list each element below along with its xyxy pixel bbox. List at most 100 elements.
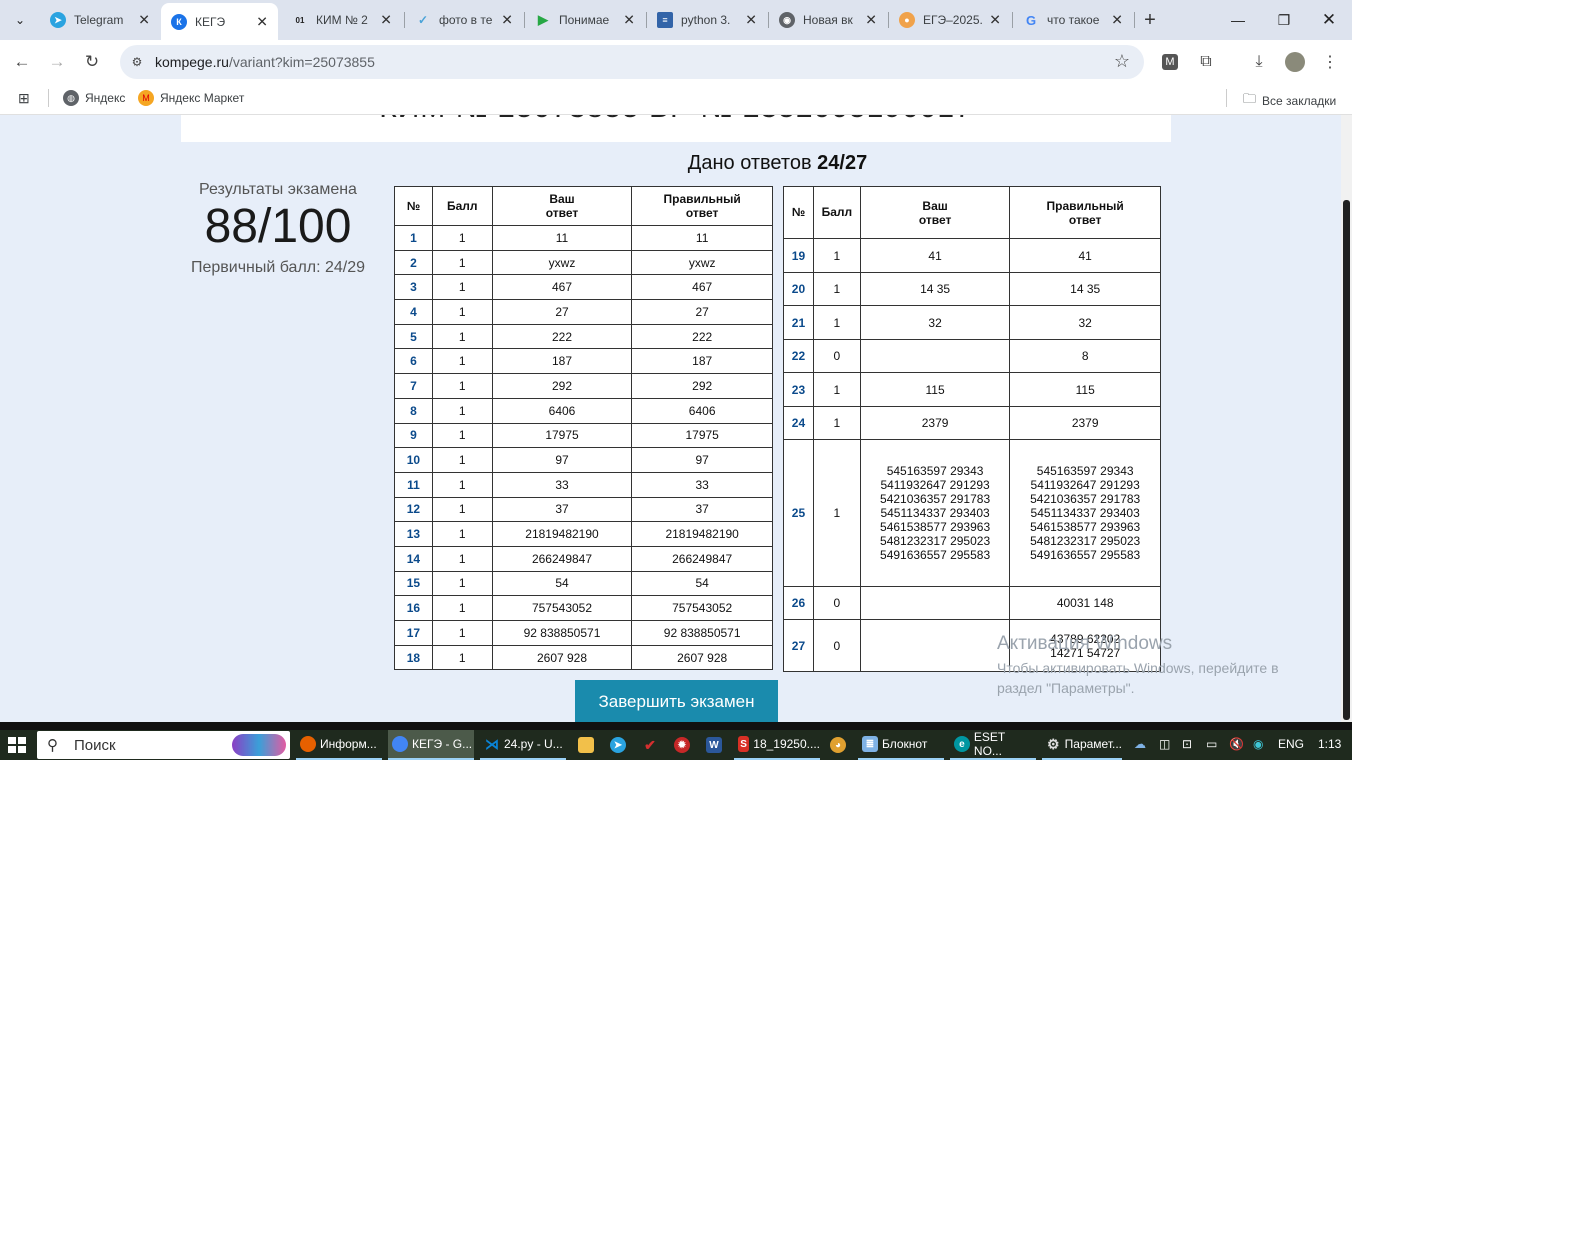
forward-button[interactable]: →	[45, 50, 69, 74]
site-info-icon[interactable]: ⚙	[128, 53, 146, 71]
question-number-text: 20	[791, 282, 806, 296]
answered-count: Дано ответов 24/27	[394, 152, 1161, 175]
tab-python[interactable]: ≡ python 3. ✕	[647, 5, 767, 35]
score-cell: 1	[431, 521, 493, 547]
close-icon[interactable]: ✕	[1111, 12, 1123, 29]
new-tab-button[interactable]: +	[1138, 8, 1162, 32]
answers-table-left: № Балл Ваш ответ Правильный ответ 1 1 11 11…	[394, 186, 773, 671]
meet-now-icon[interactable]: ◫	[1159, 737, 1170, 751]
table-row: 21 1 32 32	[783, 305, 1161, 340]
question-number: 20	[783, 272, 814, 306]
your-answer-cell-text: 33	[555, 477, 569, 492]
correct-answer-cell: 222	[631, 323, 773, 350]
tab-telegram[interactable]: ➤ Telegram ✕	[40, 5, 160, 35]
apps-button[interactable]: ⊞	[18, 90, 30, 107]
taskbar-word[interactable]: W	[702, 730, 728, 760]
back-button[interactable]: ←	[10, 50, 34, 74]
answers-body-left: 1 1 11 11 2 1 yxwz yxwz 3 1 467 467 4 1 27 27 5 1 222 222 6 1…	[394, 225, 773, 671]
taskbar-app-spreadsheet[interactable]: S 18_19250....	[734, 730, 820, 760]
avatar-button[interactable]	[1283, 50, 1307, 74]
taskbar-app-settings[interactable]: ⚙ Парамет...	[1042, 730, 1122, 760]
tab-kege[interactable]: К КЕГЭ ✕	[161, 3, 278, 40]
profile-extension-button[interactable]: M	[1158, 50, 1182, 74]
taskbar-checkmark-app[interactable]: ✔	[638, 730, 664, 760]
clock[interactable]: 1:13	[1318, 737, 1341, 751]
table-row: 7 1 292 292	[394, 373, 773, 399]
header-number: №	[783, 186, 814, 239]
close-window-button[interactable]: ✕	[1317, 8, 1341, 32]
tab-ege2025[interactable]: ● ЕГЭ–2025. ✕	[889, 5, 1011, 35]
header-correct-answer: Правильный ответ	[1009, 186, 1161, 239]
bookmark-yandex[interactable]: ◍ Яндекс	[63, 90, 125, 106]
bookmark-star-icon[interactable]: ☆	[1114, 51, 1130, 72]
red-circle-icon: ✹	[674, 737, 690, 753]
tab-kim[interactable]: 01 КИМ № 2 ✕	[282, 5, 402, 35]
reload-button[interactable]: ↻	[80, 50, 104, 74]
taskbar-app-notepad[interactable]: ≣ Блокнот	[858, 730, 944, 760]
close-icon[interactable]: ✕	[745, 12, 757, 29]
capture-icon[interactable]: ⊡	[1182, 737, 1192, 751]
correct-answer-cell-text: 222	[692, 329, 713, 344]
taskbar-app-vscode[interactable]: ⋊ 24.py - U...	[480, 730, 566, 760]
your-answer-cell: 187	[491, 348, 633, 375]
scrollbar-thumb[interactable]	[1343, 200, 1350, 720]
start-button[interactable]	[8, 737, 26, 753]
bookmark-yandex-market[interactable]: M Яндекс Маркет	[138, 90, 244, 106]
close-icon[interactable]: ✕	[865, 12, 877, 29]
onedrive-icon[interactable]: ☁	[1134, 737, 1146, 751]
tab-photo[interactable]: ✓ фото в те ✕	[405, 5, 523, 35]
score-cell: 1	[812, 305, 861, 340]
menu-button[interactable]: ⋮	[1318, 50, 1342, 74]
finish-exam-button[interactable]: Завершить экзамен	[575, 680, 778, 722]
all-bookmarks-button[interactable]: 🗀 Все закладки	[1243, 90, 1336, 112]
address-bar[interactable]: ⚙ kompege.ru/variant?kim=25073855 ☆	[120, 45, 1144, 79]
tab-new[interactable]: ◉ Новая вк ✕	[769, 5, 887, 35]
taskbar-red-app[interactable]: ✹	[670, 730, 696, 760]
taskbar-paint[interactable]: ◕	[826, 730, 852, 760]
taskbar-app-firefox[interactable]: Информ...	[296, 730, 382, 760]
battery-icon[interactable]: ▭	[1206, 737, 1217, 751]
taskbar-search[interactable]: ⚲ Поиск	[37, 731, 290, 759]
close-icon[interactable]: ✕	[138, 12, 150, 29]
your-answer-cell: 54	[491, 570, 633, 597]
your-answer-cell: 21819482190	[491, 521, 633, 547]
question-number: 13	[394, 521, 433, 547]
correct-answer-cell: 14 35	[1009, 272, 1161, 306]
your-answer-cell: 2379	[859, 406, 1011, 440]
close-icon[interactable]: ✕	[380, 12, 392, 29]
url-text[interactable]: kompege.ru/variant?kim=25073855	[155, 54, 375, 70]
your-answer-cell: 92 838850571	[491, 620, 633, 646]
correct-answer-cell-text: 54	[695, 576, 709, 591]
tab-ponimae[interactable]: ▶ Понимае ✕	[525, 5, 645, 35]
speaker-muted-icon[interactable]: 🔇	[1229, 737, 1244, 751]
downloads-button[interactable]: ⤓	[1247, 50, 1271, 74]
tab-google[interactable]: G что такое ✕	[1013, 5, 1133, 35]
restore-button[interactable]: ❐	[1272, 8, 1296, 32]
score-cell-text: 1	[458, 403, 466, 418]
extensions-button[interactable]: ⧉	[1194, 50, 1218, 74]
eset-tray-icon[interactable]: ◉	[1253, 737, 1263, 751]
language-indicator[interactable]: ENG	[1278, 737, 1304, 751]
taskbar-app-chrome[interactable]: КЕГЭ - G...	[388, 730, 474, 760]
minimize-button[interactable]: —	[1226, 8, 1250, 32]
table-row: 6 1 187 187	[394, 348, 773, 375]
question-number-text: 11	[407, 477, 420, 492]
close-icon[interactable]: ✕	[989, 12, 1001, 29]
tab-search-button[interactable]: ⌄	[8, 8, 32, 32]
score-cell: 1	[812, 439, 861, 587]
page-scrollbar[interactable]	[1341, 115, 1352, 722]
score-cell-text: 1	[833, 315, 841, 330]
taskbar-app-eset[interactable]: e ESET NO...	[950, 730, 1036, 760]
question-number-text: 1	[410, 230, 417, 245]
taskbar-explorer[interactable]	[574, 730, 600, 760]
close-icon[interactable]: ✕	[256, 13, 268, 30]
close-icon[interactable]: ✕	[501, 12, 513, 29]
correct-answer-cell-text: 17975	[685, 428, 719, 443]
table-row: 26 0 40031 148	[783, 586, 1161, 620]
results-score: 88/100	[204, 200, 352, 253]
correct-answer-cell-text: 40031 148	[1056, 596, 1114, 610]
close-icon[interactable]: ✕	[623, 12, 635, 29]
score-cell-text: 1	[458, 625, 466, 640]
tab-label: Telegram	[74, 13, 124, 27]
taskbar-telegram[interactable]: ➤	[606, 730, 632, 760]
